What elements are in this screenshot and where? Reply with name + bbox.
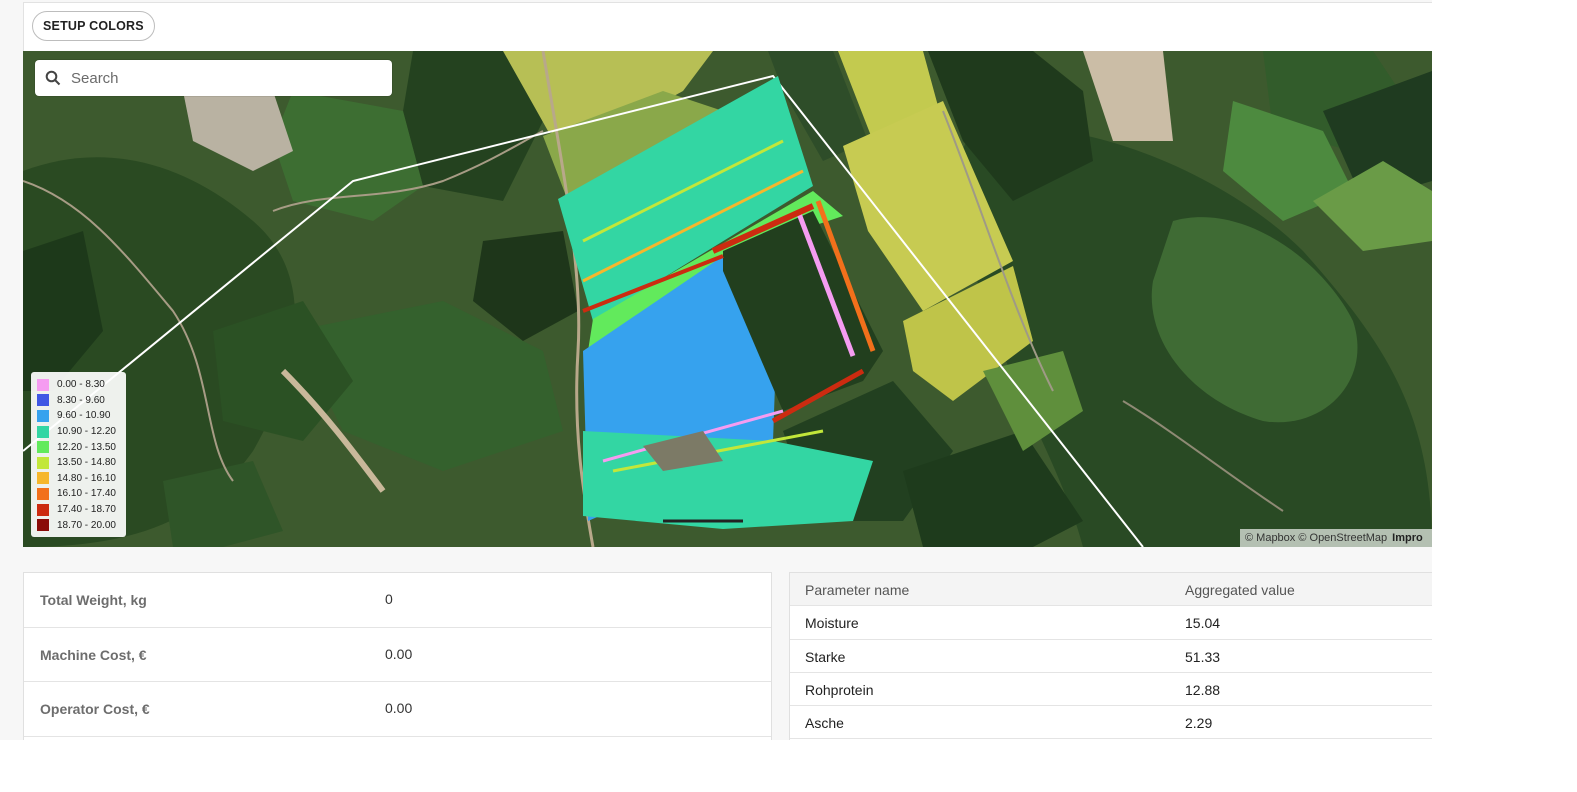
legend-item: 12.20 - 13.50 xyxy=(37,439,126,455)
summary-value: 0.00 xyxy=(385,645,413,662)
legend-item: 8.30 - 9.60 xyxy=(37,393,126,409)
table-row: Rohprotein 12.88 xyxy=(790,673,1432,707)
column-header-name: Parameter name xyxy=(805,582,910,598)
search-input[interactable] xyxy=(69,68,373,88)
summary-value: 0.00 xyxy=(385,700,413,716)
legend-item: 13.50 - 14.80 xyxy=(37,455,126,471)
satellite-map[interactable] xyxy=(23,51,1432,547)
legend-swatch xyxy=(37,409,49,422)
legend-item: 14.80 - 16.10 xyxy=(37,471,126,487)
app-container: SETUP COLORS Search 0.00 - 8.30 8.30 - 9… xyxy=(0,0,1432,740)
legend-label: 18.70 - 20.00 xyxy=(57,519,116,531)
parameter-value: 2.29 xyxy=(1185,715,1213,732)
legend-item: 9.60 - 10.90 xyxy=(37,408,126,424)
legend-item: 10.90 - 12.20 xyxy=(37,424,126,440)
table-row: Asche 2.29 xyxy=(790,706,1432,740)
legend-swatch xyxy=(37,441,49,454)
legend-swatch xyxy=(37,472,49,485)
legend-swatch xyxy=(37,378,49,391)
search-icon xyxy=(45,70,61,86)
summary-label: Total Weight, kg xyxy=(40,592,147,608)
column-header-value: Aggregated value xyxy=(1185,582,1295,598)
setup-colors-button[interactable]: SETUP COLORS xyxy=(32,11,155,41)
legend-swatch xyxy=(37,519,49,532)
legend-label: 8.30 - 9.60 xyxy=(57,394,105,406)
summary-table: Total Weight, kg 0 Machine Cost, €0.00 Oper… xyxy=(23,572,772,740)
legend-item: 17.40 - 18.70 xyxy=(37,502,126,518)
legend-swatch xyxy=(37,487,49,500)
attribution-text[interactable]: © Mapbox © OpenStreetMap xyxy=(1245,532,1387,544)
parameter-value: 12.88 xyxy=(1185,681,1221,698)
parameter-name: Starke xyxy=(805,648,846,665)
legend-label: 17.40 - 18.70 xyxy=(57,504,116,516)
legend-label: 16.10 - 17.40 xyxy=(57,488,116,500)
color-legend: 0.00 - 8.30 8.30 - 9.60 9.60 - 10.90 10.90 … xyxy=(31,372,126,537)
summary-row: Total Weight, kg 0 xyxy=(24,573,771,628)
search-box[interactable] xyxy=(35,60,392,96)
summary-row: Machine Cost, € 0.00 xyxy=(24,628,771,682)
legend-swatch xyxy=(37,394,49,407)
legend-label: 0.00 - 8.30 xyxy=(57,379,105,391)
table-row: Moisture 15.04 xyxy=(790,606,1432,640)
legend-label: 12.20 - 13.50 xyxy=(57,441,116,453)
parameter-name: Rohprotein xyxy=(805,681,874,698)
legend-swatch xyxy=(37,456,49,469)
table-header-row: Parameter name Aggregated value xyxy=(790,573,1432,607)
legend-label: 10.90 - 12.20 xyxy=(57,426,116,438)
improve-map-link[interactable]: Impro xyxy=(1392,532,1423,544)
map-attribution[interactable]: © Mapbox © OpenStreetMap Impro xyxy=(1240,529,1432,547)
parameter-value: 51.33 xyxy=(1185,648,1221,665)
table-row: Starke 51.33 xyxy=(790,640,1432,673)
legend-item: 16.10 - 17.40 xyxy=(37,486,126,502)
legend-label: 9.60 - 10.90 xyxy=(57,410,111,422)
legend-swatch xyxy=(37,503,49,516)
summary-label: Machine Cost, € xyxy=(40,646,147,663)
summary-row: Operator Cost, € 0.00 xyxy=(24,682,771,737)
legend-item: 0.00 - 8.30 xyxy=(37,377,126,393)
parameter-name: Moisture xyxy=(805,615,859,632)
legend-swatch xyxy=(37,425,49,438)
summary-value: 0 xyxy=(385,591,393,607)
parameter-name: Asche xyxy=(805,715,844,732)
parameters-table: Parameter name Aggregated value Moisture… xyxy=(789,572,1432,740)
summary-label: Operator Cost, € xyxy=(40,701,150,717)
legend-item: 18.70 - 20.00 xyxy=(37,517,126,533)
map-view[interactable]: 0.00 - 8.30 8.30 - 9.60 9.60 - 10.90 10.90 … xyxy=(23,51,1432,547)
legend-label: 13.50 - 14.80 xyxy=(57,457,116,469)
legend-label: 14.80 - 16.10 xyxy=(57,472,116,484)
parameter-value: 15.04 xyxy=(1185,615,1221,632)
